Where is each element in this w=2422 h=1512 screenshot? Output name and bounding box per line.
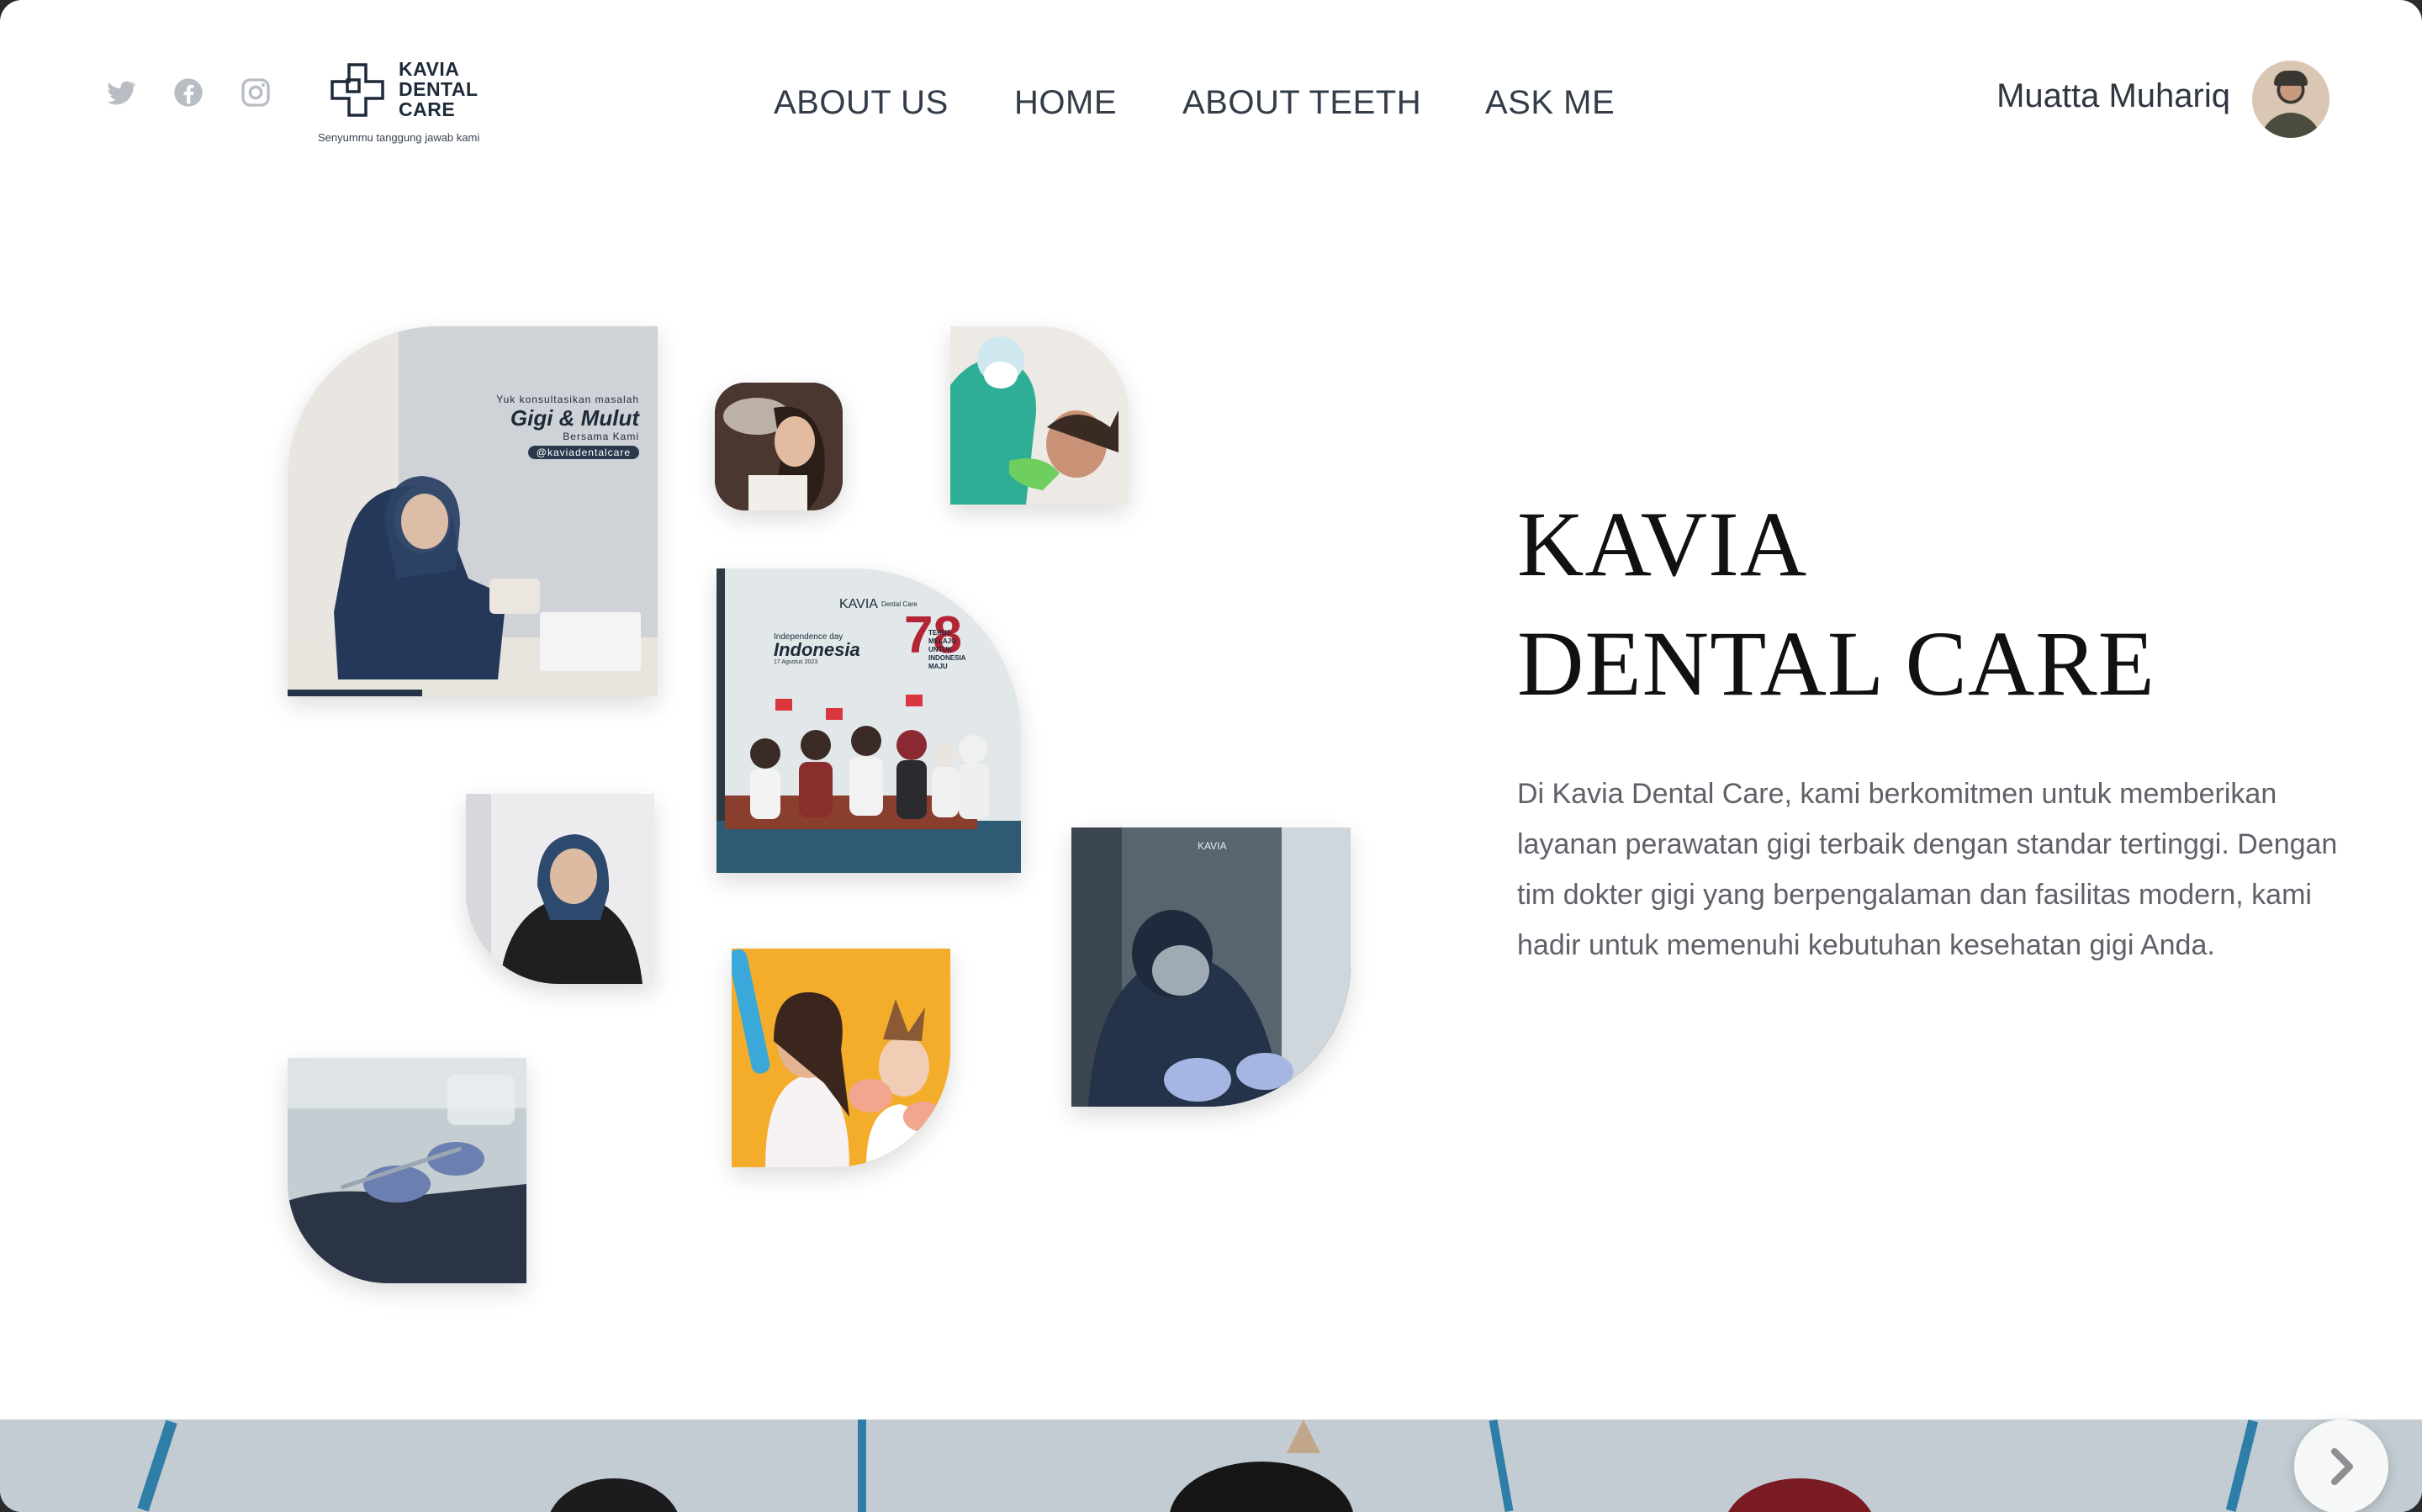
logo-name: KAVIA DENTAL CARE <box>399 58 479 120</box>
instagram-icon[interactable] <box>239 76 272 109</box>
poster-side-text: TERUS MELAJU UNTUK INDONESIA MAJU <box>928 629 966 670</box>
page-window: KAVIA DENTAL CARE Senyummu tanggung jawa… <box>0 0 2422 1512</box>
photo-independence-day-team: 78 KAVIA Dental Care Independence day In… <box>717 568 1021 873</box>
photo-child-dental-exam <box>950 326 1129 505</box>
photo-dentist-working: KAVIA <box>1071 827 1351 1107</box>
carousel-next-button[interactable] <box>2294 1419 2388 1512</box>
banner-image <box>0 1419 2422 1512</box>
photo-dentist-portrait <box>466 794 654 984</box>
twitter-icon[interactable] <box>104 76 138 109</box>
nav-ask-me[interactable]: ASK ME <box>1485 84 1615 122</box>
hero-description: Di Kavia Dental Care, kami berkomitmen u… <box>1517 778 2338 961</box>
poster-brand-sub: Dental Care <box>881 600 918 608</box>
poster-indonesia: Indonesia <box>774 639 860 660</box>
nav-about-us[interactable]: ABOUT US <box>774 84 949 122</box>
photo-kids-dental-models <box>732 949 950 1167</box>
hero-title-line-2: DENTAL CARE <box>1517 612 2155 715</box>
nav-about-teeth[interactable]: ABOUT TEETH <box>1182 84 1421 122</box>
poster-line-1: Yuk konsultasikan masalah <box>496 394 639 405</box>
poster-brand: KAVIA <box>839 597 878 611</box>
chevron-right-icon <box>2331 1448 2353 1485</box>
hero-title: KAVIA DENTAL CARE <box>1517 484 2324 723</box>
hero-title-line-1: KAVIA <box>1517 493 1808 595</box>
user-avatar[interactable] <box>2252 61 2329 138</box>
cross-logo-icon <box>331 63 384 117</box>
user-name[interactable]: Muatta Muhariq <box>1996 77 2230 115</box>
brand-logo[interactable]: KAVIA DENTAL CARE Senyummu tanggung jawa… <box>318 57 503 150</box>
nav-home[interactable]: HOME <box>1014 84 1117 122</box>
poster-line-2: Gigi & Mulut <box>510 405 639 431</box>
poster-line-3: Bersama Kami <box>563 431 639 442</box>
poster-date: 17 Agustus 2023 <box>774 659 818 665</box>
poster-handle: @kaviadentalcare <box>527 446 639 459</box>
logo-tagline: Senyummu tanggung jawab kami <box>318 131 480 144</box>
photo7-brand: KAVIA <box>1198 840 1226 852</box>
facebook-icon[interactable] <box>172 76 205 109</box>
photo-smoking-woman <box>715 383 843 510</box>
photo-dentist-consultation: Yuk konsultasikan masalah Gigi & Mulut B… <box>288 326 658 696</box>
photo-gloved-hands-tools <box>288 1058 526 1283</box>
